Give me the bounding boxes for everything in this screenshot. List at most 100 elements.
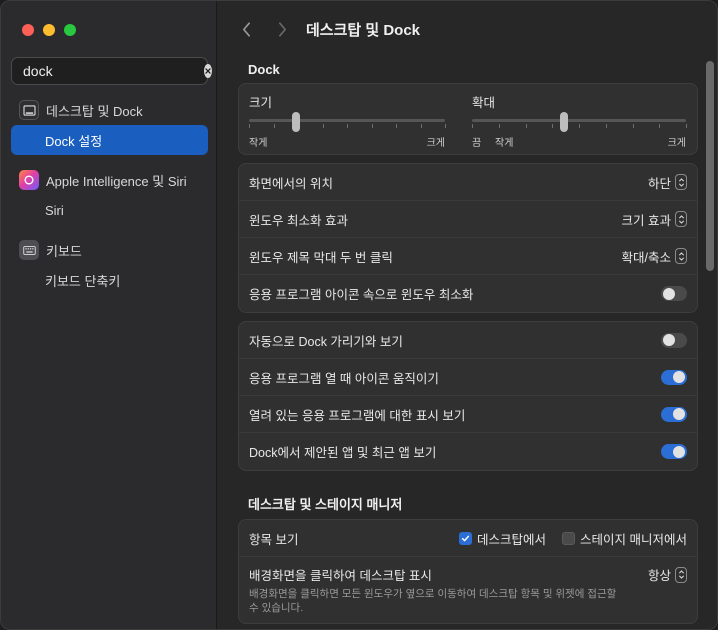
show-suggested-toggle[interactable] [661,444,687,459]
sidebar-item-label: Dock 설정 [45,133,103,149]
search-field[interactable] [11,57,212,85]
slider-tick [605,124,607,128]
animate-opening-row: 응용 프로그램 열 때 아이콘 움직이기 [239,359,697,396]
position-popup[interactable]: 하단 [648,173,687,192]
minimize-effect-label: 윈도우 최소화 효과 [249,213,348,228]
slider-tick [249,124,250,128]
minimize-into-icon-label: 응용 프로그램 아이콘 속으로 윈도우 최소화 [249,288,474,302]
title-double-click-popup[interactable]: 확대/축소 [622,247,687,266]
slider-tick [371,124,373,128]
slider-tick [396,124,397,128]
sidebar-item-label: 데스크탑 및 Dock [46,103,143,119]
show-items-row: 항목 보기 데스크탑에서 스테이지 매니저에서 [239,520,697,557]
scrollbar[interactable] [706,61,714,271]
auto-hide-label: 자동으로 Dock 가리기와 보기 [249,334,403,349]
show-indicators-label: 열려 있는 응용 프로그램에 대한 표시 보기 [249,408,466,423]
chevron-left-icon [242,21,250,37]
show-indicators-toggle[interactable] [661,406,687,422]
popup-value: 확대/축소 [621,250,671,265]
back-button[interactable] [236,19,256,39]
slider-tick [273,124,275,128]
show-indicators-row: 열려 있는 응용 프로그램에 대한 표시 보기 [239,396,697,433]
minimize-into-icon-row: 응용 프로그램 아이콘 속으로 윈도우 최소화 [239,275,697,312]
updown-chevron-icon [675,211,687,227]
updown-chevron-icon [675,174,687,190]
slider-ticks [472,124,687,128]
section-title-dock: Dock [248,61,280,77]
slider-tick [322,124,324,128]
minimize-effect-popup[interactable]: 크기 효과 [622,210,687,229]
updown-chevron-icon [675,248,687,264]
page-title: 데스크탑 및 Dock [306,22,421,39]
clear-search-icon[interactable] [204,64,212,78]
auto-hide-row: 자동으로 Dock 가리기와 보기 [239,322,697,359]
section-title-desktop-stage: 데스크탑 및 스테이지 매니저 [248,496,403,512]
animate-opening-label: 응용 프로그램 열 때 아이콘 움직이기 [249,371,439,386]
slider-tick [579,124,580,128]
checkbox-label: 데스크탑에서 [477,532,547,547]
slider-tick [420,124,422,128]
popup-value: 크기 효과 [621,213,671,228]
position-row: 화면에서의 위치 하단 [239,164,697,201]
title-double-click-row: 윈도우 제목 막대 두 번 클릭 확대/축소 [239,238,697,275]
minimize-effect-row: 윈도우 최소화 효과 크기 효과 [239,201,697,238]
position-label: 화면에서의 위치 [249,176,333,191]
click-wallpaper-description: 배경화면을 클릭하면 모든 윈도우가 옆으로 이동하여 데스크탑 항목 및 위젯… [249,588,617,614]
on-desktop-checkbox[interactable]: 데스크탑에서 [459,529,546,548]
in-stage-manager-checkbox[interactable]: 스테이지 매니저에서 [562,529,687,548]
forward-button[interactable] [272,19,292,39]
slider-min-label: 작게 [495,138,514,149]
slider-tick [445,124,446,128]
slider-tick [659,124,661,128]
slider-thumb[interactable] [560,112,569,132]
sidebar-item-label: Apple Intelligence 및 Siri [46,173,187,189]
slider-tick [498,124,500,128]
minimize-window-button[interactable] [43,24,55,36]
show-suggested-label: Dock에서 제안된 앱 및 최근 앱 보기 [249,446,437,460]
dock-size-slider[interactable]: 크기 작게 크게 [249,92,446,149]
apple-intelligence-icon [19,170,39,190]
checkbox-icon [459,531,472,545]
sidebar-item-desktop-dock[interactable]: 데스크탑 및 Dock [11,95,208,125]
sidebar-item-dock-settings[interactable]: Dock 설정 [11,125,208,155]
title-double-click-label: 윈도우 제목 막대 두 번 클릭 [249,250,393,265]
slider-ticks [249,124,446,128]
checkbox-label: 스테이지 매니저에서 [580,532,687,547]
window-controls [22,24,76,36]
slider-label: 확대 [472,96,496,110]
slider-thumb[interactable] [292,112,301,132]
sidebar: 데스크탑 및 Dock Dock 설정 Apple Intelligence 및… [1,1,217,629]
click-wallpaper-popup[interactable]: 항상 [648,565,687,584]
slider-tick [552,124,554,128]
minimize-into-icon-toggle[interactable] [661,286,687,301]
popup-value: 하단 [647,176,671,191]
updown-chevron-icon [675,566,687,583]
settings-window: 데스크탑 및 Dock Dock 설정 Apple Intelligence 및… [0,0,718,630]
slider-max-label: 크게 [667,138,686,149]
show-items-label: 항목 보기 [249,532,299,547]
dock-behavior-group: 화면에서의 위치 하단 윈도우 최소화 효과 크기 효과 윈도우 제목 막대 두… [238,163,698,313]
magnification-slider[interactable]: 확대 끔 작게 크게 [472,92,687,149]
settings-scroll-area: Dock 크기 작게 크게 확대 끔 작게 크게 화면에서의 위치 하단 윈도우… [238,55,698,629]
show-suggested-row: Dock에서 제안된 앱 및 최근 앱 보기 [239,433,697,470]
dock-size-group: 크기 작게 크게 확대 끔 작게 크게 [238,83,698,155]
search-input[interactable] [23,63,204,79]
animate-opening-toggle[interactable] [661,369,687,385]
dock-options-group: 자동으로 Dock 가리기와 보기 응용 프로그램 열 때 아이콘 움직이기 열… [238,321,698,471]
sidebar-item-keyboard-shortcuts[interactable]: 키보드 단축키 [11,265,208,295]
desktop-stage-group: 항목 보기 데스크탑에서 스테이지 매니저에서 배경화면을 클릭하여 데스크탑 … [238,519,698,624]
sidebar-item-apple-intelligence[interactable]: Apple Intelligence 및 Siri [11,165,208,195]
zoom-window-button[interactable] [64,24,76,36]
sidebar-item-keyboard[interactable]: 키보드 [11,235,208,265]
checkbox-icon [562,531,576,545]
slider-tick [525,124,527,128]
content-pane: 데스크탑 및 Dock Dock 크기 작게 크게 확대 끔 작게 크게 화면에… [218,1,717,629]
popup-value: 항상 [647,569,671,583]
sidebar-nav: 데스크탑 및 Dock Dock 설정 Apple Intelligence 및… [11,95,208,295]
desktop-dock-icon [19,100,39,120]
slider-tick [472,124,473,128]
sidebar-item-label: Siri [45,202,64,218]
sidebar-item-siri[interactable]: Siri [11,195,208,225]
close-window-button[interactable] [22,24,34,36]
auto-hide-toggle[interactable] [661,332,687,348]
